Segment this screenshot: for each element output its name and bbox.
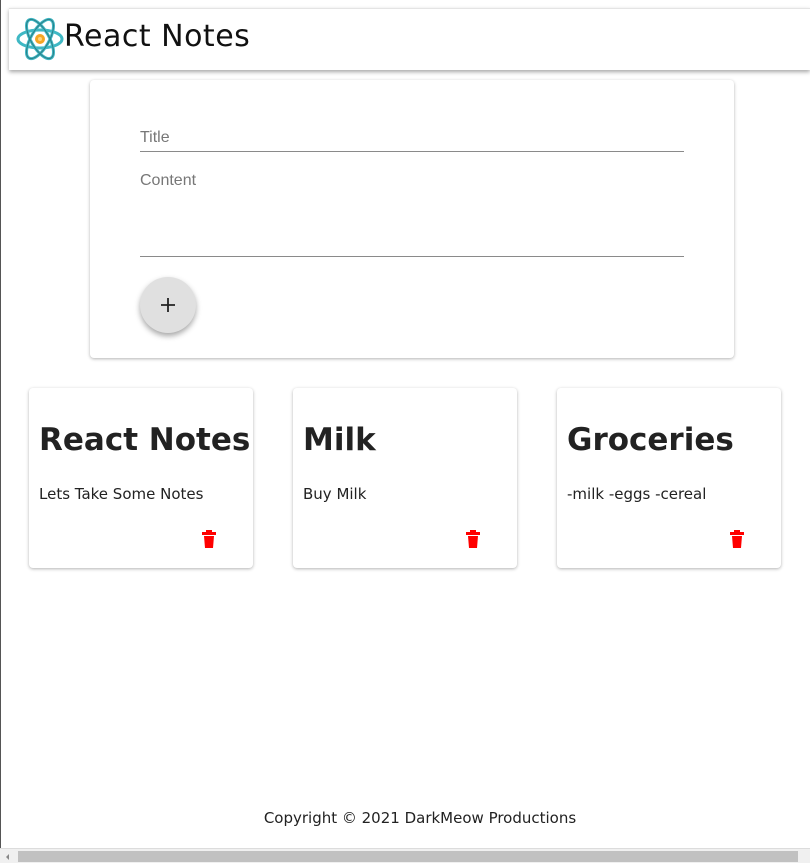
horizontal-scrollbar[interactable] xyxy=(0,848,810,863)
note-title: React Notes xyxy=(39,422,251,458)
atom-logo-icon xyxy=(16,17,64,61)
note-content-input[interactable] xyxy=(140,172,684,257)
app-header: React Notes xyxy=(9,8,810,70)
add-note-button[interactable] xyxy=(140,277,196,333)
note-title: Milk xyxy=(303,422,376,458)
note-card: Milk Buy Milk xyxy=(293,388,517,568)
trash-icon xyxy=(202,530,216,548)
note-card: Groceries -milk -eggs -cereal xyxy=(557,388,781,568)
note-title-input[interactable] xyxy=(140,124,684,152)
note-card: React Notes Lets Take Some Notes xyxy=(29,388,253,568)
trash-icon xyxy=(466,530,480,548)
trash-icon xyxy=(730,530,744,548)
scroll-left-arrow-icon[interactable] xyxy=(3,852,13,862)
note-content: -milk -eggs -cereal xyxy=(567,485,707,503)
delete-note-button[interactable] xyxy=(201,529,221,551)
delete-note-button[interactable] xyxy=(729,529,749,551)
scrollbar-thumb[interactable] xyxy=(18,851,798,862)
note-content: Buy Milk xyxy=(303,485,367,503)
footer-copyright: Copyright © 2021 DarkMeow Productions xyxy=(263,809,577,827)
create-note-form xyxy=(90,80,734,358)
delete-note-button[interactable] xyxy=(465,529,485,551)
page-left-border xyxy=(0,0,1,848)
note-title: Groceries xyxy=(567,422,734,458)
plus-icon xyxy=(161,298,175,312)
note-content: Lets Take Some Notes xyxy=(39,485,204,503)
app-title: React Notes xyxy=(64,19,251,54)
